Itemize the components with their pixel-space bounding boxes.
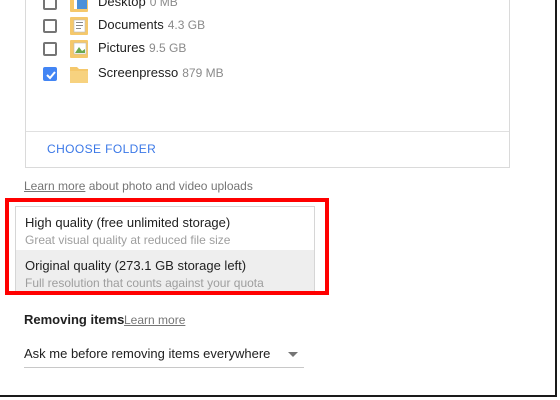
folder-icon xyxy=(70,17,88,35)
uploads-info-text: about photo and video uploads xyxy=(85,179,253,193)
uploads-info-line: Learn more about photo and video uploads xyxy=(24,179,253,193)
checkbox-documents[interactable] xyxy=(43,19,57,33)
folder-name: Desktop 0 MB xyxy=(98,0,178,9)
highlight-annotation xyxy=(5,198,329,295)
checkbox-screenpresso[interactable] xyxy=(43,67,57,81)
folder-icon xyxy=(70,67,88,83)
dropdown-arrow-icon xyxy=(288,352,298,357)
folder-icon xyxy=(70,0,88,12)
learn-more-link[interactable]: Learn more xyxy=(24,179,85,193)
removing-learn-more-link[interactable]: Learn more xyxy=(124,313,185,327)
folder-icon xyxy=(70,40,88,58)
checkmark-icon xyxy=(46,71,56,80)
checkbox-pictures[interactable] xyxy=(43,42,57,56)
folder-name: Documents 4.3 GB xyxy=(98,17,206,32)
removing-items-select[interactable]: Ask me before removing items everywhere xyxy=(24,340,304,368)
select-value: Ask me before removing items everywhere xyxy=(24,346,271,361)
folder-name: Screenpresso 879 MB xyxy=(98,65,224,80)
divider xyxy=(26,131,509,132)
checkbox-desktop[interactable] xyxy=(43,0,57,10)
folder-name: Pictures 9.5 GB xyxy=(98,40,187,55)
folder-list-panel: Desktop 0 MB Documents 4.3 GB Pictures 9.5 … xyxy=(25,0,510,168)
choose-folder-button[interactable]: CHOOSE FOLDER xyxy=(47,142,156,156)
removing-items-heading: Removing items xyxy=(24,312,125,327)
